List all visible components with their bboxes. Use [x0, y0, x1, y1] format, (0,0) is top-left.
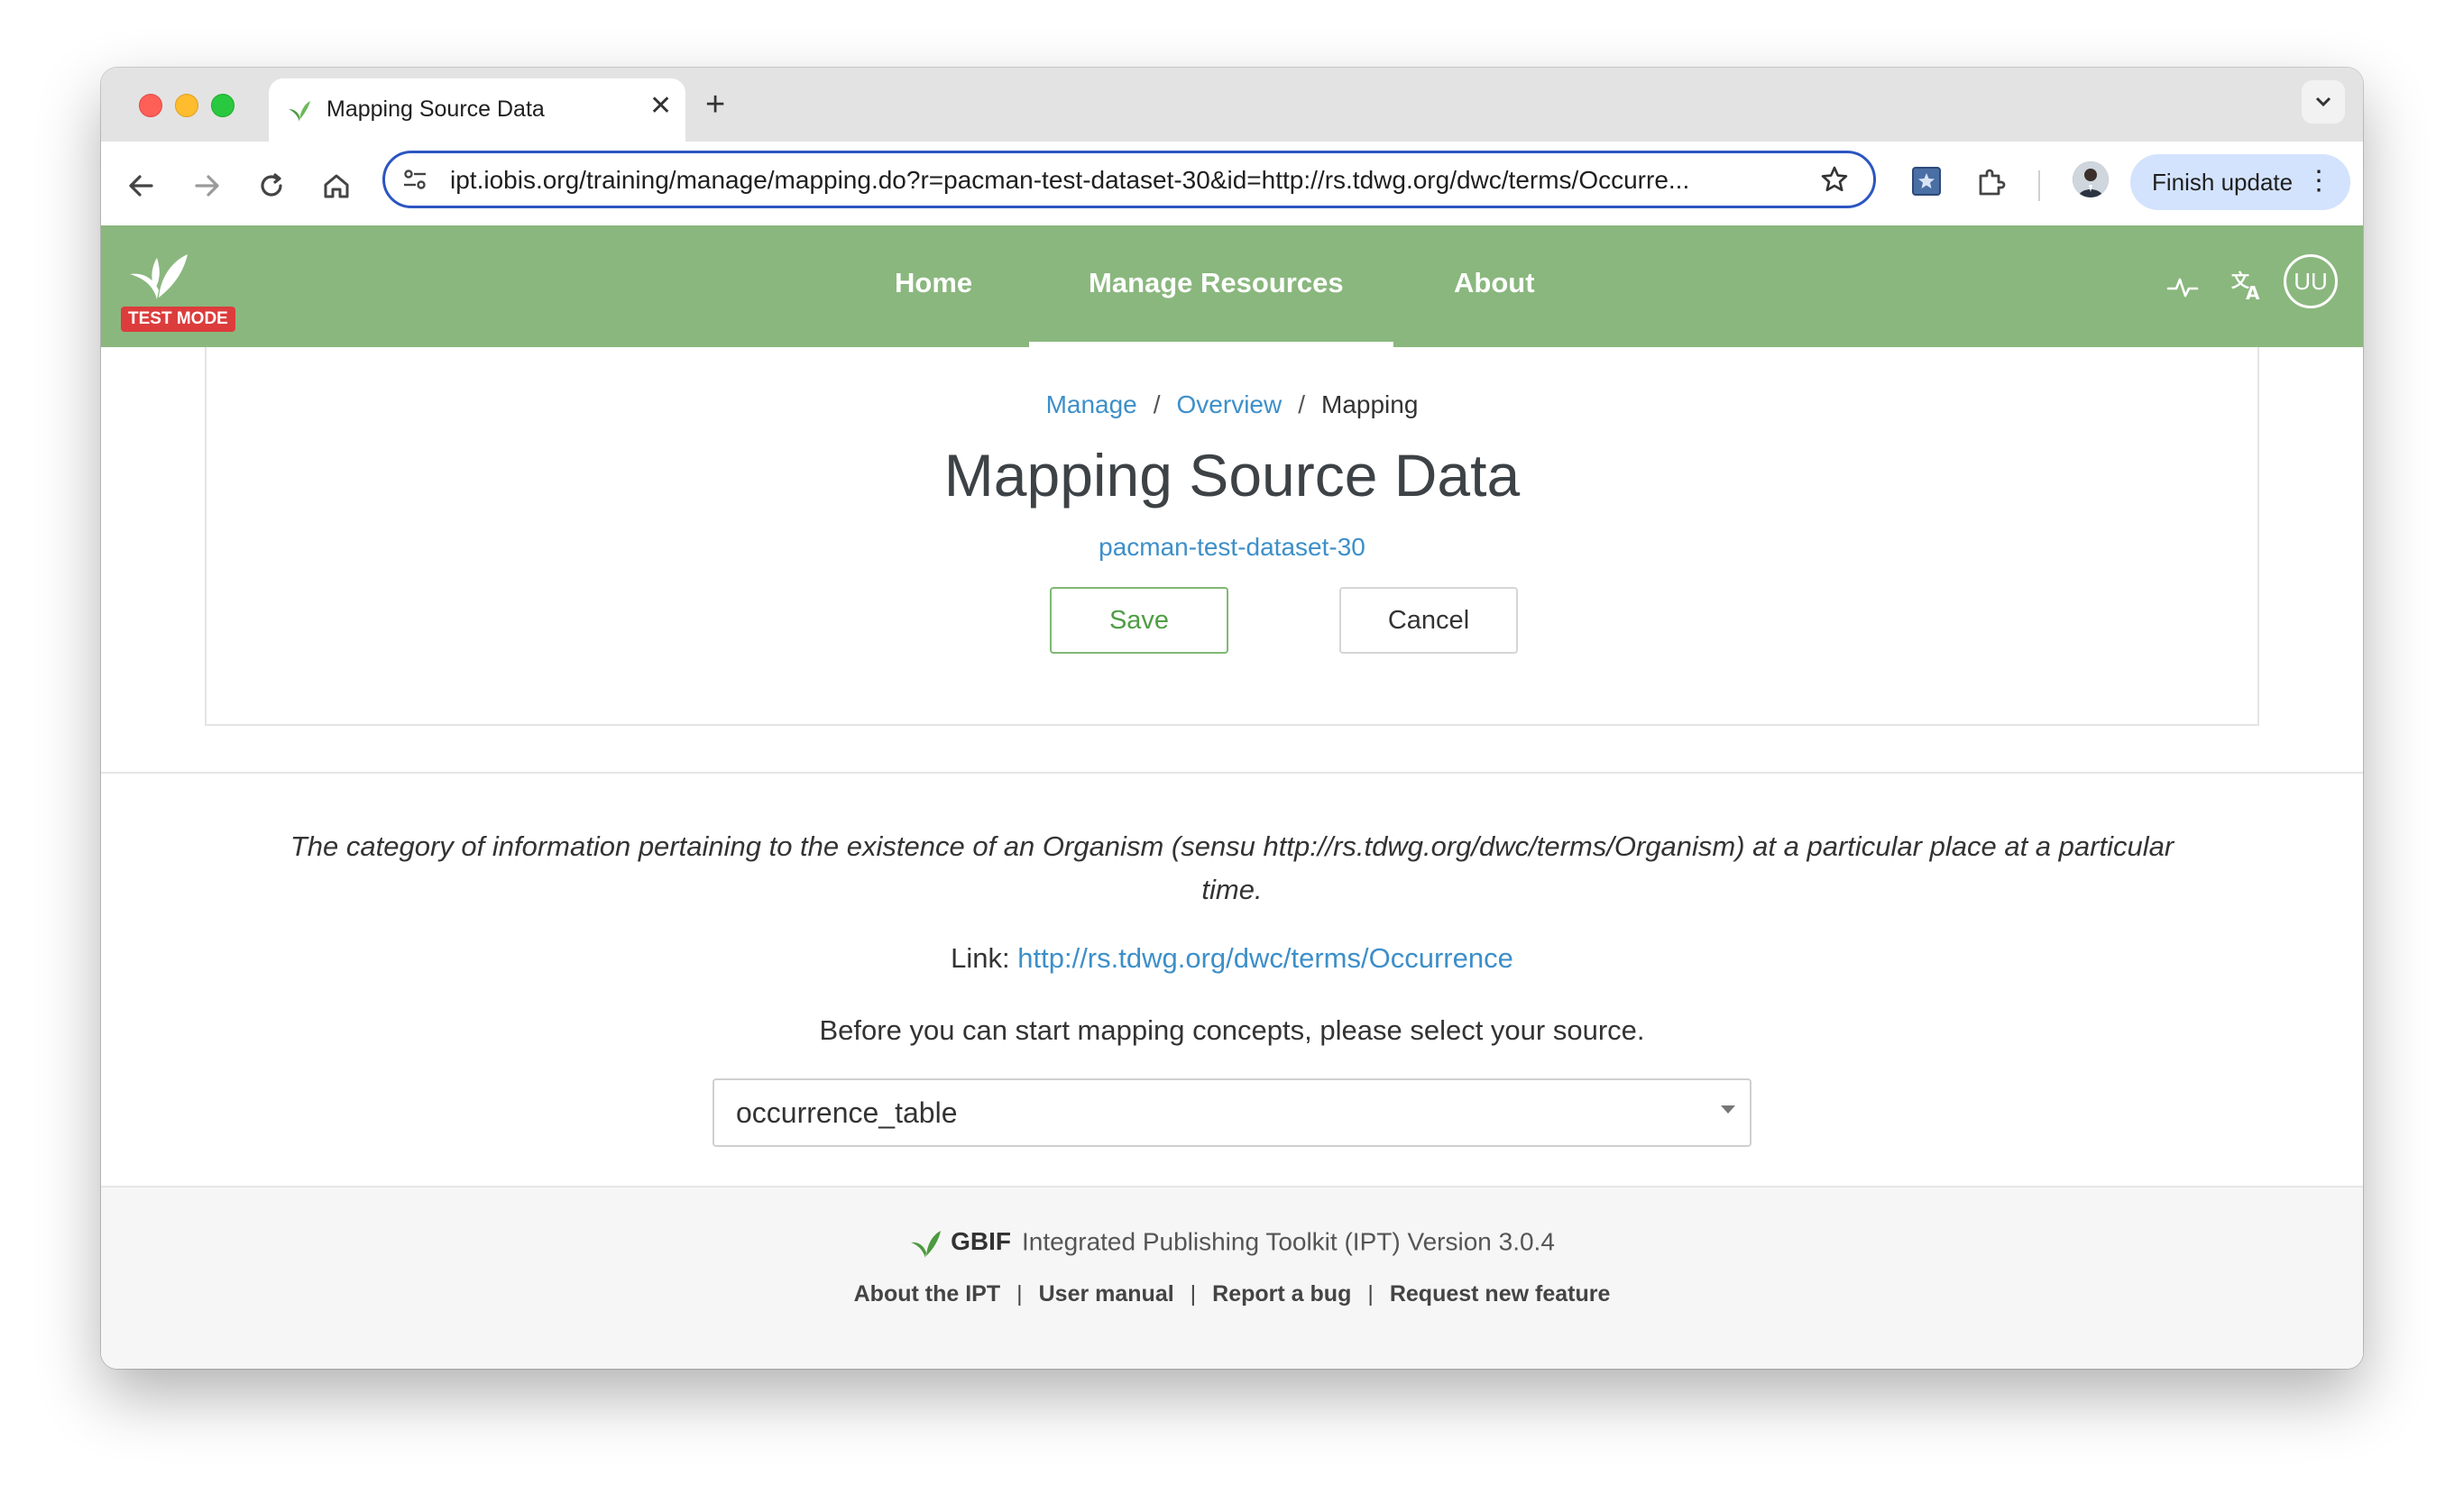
nav-home[interactable]: Home [895, 267, 972, 299]
source-select-value: occurrence_table [736, 1096, 958, 1129]
close-tab-icon[interactable]: ✕ [649, 93, 672, 120]
term-link[interactable]: http://rs.tdwg.org/dwc/terms/Occurrence [1017, 942, 1513, 974]
breadcrumb: Manage / Overview / Mapping [207, 390, 2257, 419]
resource-name-link[interactable]: pacman-test-dataset-30 [207, 533, 2257, 562]
test-mode-badge: TEST MODE [121, 307, 235, 332]
profile-avatar[interactable] [2073, 161, 2109, 197]
minimize-window-button[interactable] [175, 94, 198, 117]
breadcrumb-overview[interactable]: Overview [1177, 390, 1283, 418]
new-tab-button[interactable]: + [705, 87, 725, 122]
breadcrumb-manage[interactable]: Manage [1046, 390, 1137, 418]
finish-update-button[interactable]: Finish update ⋮ [2130, 154, 2350, 210]
footer-version: GBIF Integrated Publishing Toolkit (IPT) … [101, 1227, 2363, 1260]
source-select[interactable]: occurrence_table [713, 1078, 1751, 1147]
term-link-row: Link: http://rs.tdwg.org/dwc/terms/Occur… [101, 942, 2363, 975]
browser-window: Mapping Source Data ✕ + ipt.iobis.org/tr… [101, 68, 2363, 1369]
nav-about[interactable]: About [1454, 267, 1535, 299]
gbif-wordmark: GBIF [951, 1227, 1011, 1256]
source-instruction: Before you can start mapping concepts, p… [819, 1014, 1645, 1046]
finish-update-label: Finish update [2152, 169, 2294, 196]
browser-toolbar: ipt.iobis.org/training/manage/mapping.do… [101, 142, 2363, 230]
footer-link-request-feature[interactable]: Request new feature [1390, 1281, 1611, 1307]
footer: GBIF Integrated Publishing Toolkit (IPT) … [101, 1186, 2363, 1369]
footer-separator: | [1367, 1281, 1374, 1307]
extension-bookmark-icon[interactable] [1910, 165, 1943, 197]
forward-icon[interactable] [188, 167, 225, 205]
home-icon[interactable] [317, 167, 355, 205]
person-avatar-icon [2073, 161, 2109, 197]
class-description: The category of information pertaining t… [290, 830, 2174, 905]
close-window-button[interactable] [139, 94, 162, 117]
footer-separator: | [1190, 1281, 1197, 1307]
breadcrumb-current: Mapping [1321, 390, 1419, 418]
site-header: TEST MODE Home Manage Resources About 文 … [101, 225, 2363, 347]
nav-manage-resources[interactable]: Manage Resources [1089, 267, 1344, 299]
extensions-puzzle-icon[interactable] [1973, 165, 2008, 199]
cancel-button[interactable]: Cancel [1339, 587, 1518, 654]
section-divider [101, 772, 2363, 774]
back-icon[interactable] [123, 167, 161, 205]
address-bar[interactable]: ipt.iobis.org/training/manage/mapping.do… [382, 151, 1876, 208]
health-pulse-icon[interactable] [2166, 274, 2199, 301]
site-settings-icon[interactable] [401, 166, 428, 193]
ipt-logo-icon[interactable] [121, 247, 197, 301]
svg-text:A: A [2246, 282, 2260, 303]
toolbar-divider [2038, 170, 2040, 201]
footer-link-report-bug[interactable]: Report a bug [1212, 1281, 1351, 1307]
breadcrumb-separator: / [1298, 390, 1306, 418]
footer-link-user-manual[interactable]: User manual [1039, 1281, 1174, 1307]
reload-icon[interactable] [253, 167, 290, 205]
main-content: Manage / Overview / Mapping Mapping Source D… [101, 347, 2363, 1369]
footer-separator: | [1016, 1281, 1023, 1307]
tab-strip: Mapping Source Data ✕ + [101, 68, 2363, 142]
page-header-card: Manage / Overview / Mapping Mapping Source D… [205, 347, 2259, 726]
footer-link-about-ipt[interactable]: About the IPT [854, 1281, 1000, 1307]
browser-tab-active[interactable]: Mapping Source Data ✕ [269, 78, 685, 142]
gbif-leaf-icon [911, 1231, 942, 1258]
save-button[interactable]: Save [1050, 587, 1228, 654]
ipt-leaf-icon [289, 101, 310, 122]
user-menu-avatar[interactable]: UU [2284, 254, 2338, 308]
tab-search-button[interactable] [2302, 80, 2345, 124]
ipt-version-text: Integrated Publishing Toolkit (IPT) Vers… [1021, 1227, 1555, 1256]
chevron-down-icon [2315, 96, 2331, 106]
zoom-window-button[interactable] [211, 94, 234, 117]
dropdown-arrow-icon [1721, 1105, 1735, 1114]
link-label: Link: [951, 942, 1010, 974]
footer-links: About the IPT | User manual | Report a bug | R… [101, 1281, 2363, 1307]
breadcrumb-separator: / [1153, 390, 1161, 418]
tab-title: Mapping Source Data [326, 96, 545, 122]
language-translate-icon[interactable]: 文 A [2230, 267, 2266, 303]
page-title: Mapping Source Data [943, 442, 1521, 509]
more-menu-icon[interactable]: ⋮ [2305, 163, 2332, 199]
bookmark-star-icon[interactable] [1819, 164, 1850, 195]
url-text: ipt.iobis.org/training/manage/mapping.do… [450, 166, 1690, 194]
